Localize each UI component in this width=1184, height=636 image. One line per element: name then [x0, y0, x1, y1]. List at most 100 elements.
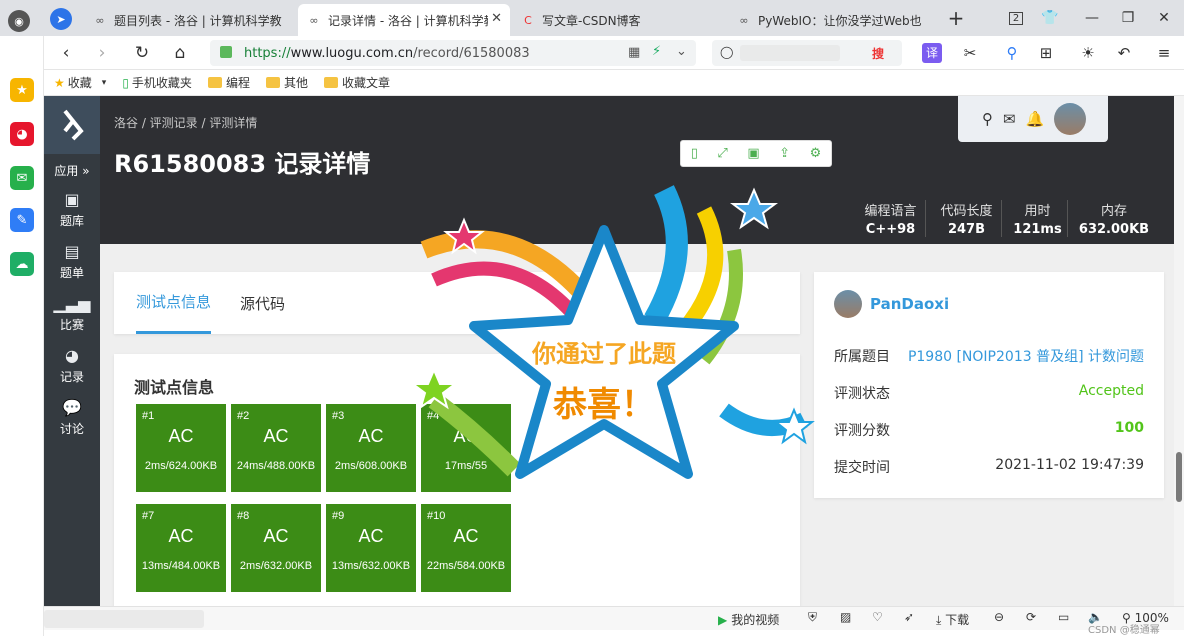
- bookmark-page-icon[interactable]: ▯: [691, 146, 698, 161]
- menu-icon[interactable]: ≡: [1152, 41, 1176, 65]
- test-case[interactable]: #10 AC 22ms/584.00KB: [421, 504, 511, 592]
- luogu-favicon-icon: ∞: [309, 13, 319, 27]
- case-id: #10: [427, 510, 446, 522]
- url-field[interactable]: https://www.luogu.com.cn/record/61580083…: [210, 40, 696, 66]
- settings-gear-icon[interactable]: ⚙: [810, 146, 822, 161]
- cloud-icon[interactable]: ☁: [10, 252, 34, 276]
- tab-problem-list[interactable]: ∞ 题目列表 - 洛谷 | 计算机科学教: [84, 4, 296, 36]
- notes-icon[interactable]: ✎: [10, 208, 34, 232]
- bookmark-folder-articles[interactable]: 收藏文章: [323, 74, 390, 91]
- mail-icon[interactable]: ✉: [10, 166, 34, 190]
- tab-source-code[interactable]: 源代码: [240, 272, 285, 334]
- stat-memory: 内存 632.00KB: [1074, 200, 1154, 237]
- test-case[interactable]: #3 AC 2ms/608.00KB: [326, 404, 416, 492]
- search-icon[interactable]: ⚲: [1000, 41, 1024, 65]
- user-avatar[interactable]: [834, 290, 862, 318]
- nav-label: 题库: [59, 214, 84, 228]
- tab-csdn[interactable]: C 写文章-CSDN博客: [512, 4, 724, 36]
- scrollbar[interactable]: [1174, 96, 1184, 606]
- bookmark-mobile[interactable]: ▯ 手机收藏夹: [122, 74, 192, 91]
- back-button[interactable]: ‹: [54, 41, 78, 65]
- nav-problems[interactable]: ▣ 题库: [44, 190, 100, 229]
- minimize-button[interactable]: —: [1080, 6, 1104, 30]
- forward-button[interactable]: ›: [90, 41, 114, 65]
- info-problem: 所属题目 P1980 [NOIP2013 普及组] 计数问题: [834, 346, 1144, 366]
- test-case[interactable]: #1 AC 2ms/624.00KB: [136, 404, 226, 492]
- nav-discuss[interactable]: 💬 讨论: [44, 398, 100, 437]
- restore-button[interactable]: ❐: [1116, 6, 1140, 30]
- case-detail: 22ms/584.00KB: [426, 560, 506, 572]
- fullscreen-icon[interactable]: ⤢: [717, 146, 727, 161]
- favorites-star-icon[interactable]: ★: [10, 78, 34, 102]
- case-status: AC: [453, 526, 479, 546]
- nav-arrow-icon[interactable]: ➤: [50, 8, 72, 30]
- search-engine-icon: ◯: [720, 45, 734, 59]
- save-icon[interactable]: ▣: [747, 146, 759, 161]
- sync-icon[interactable]: ⟳: [1026, 610, 1036, 624]
- tab-test-cases[interactable]: 测试点信息: [136, 272, 212, 334]
- user-row: PanDaoxi: [834, 290, 949, 318]
- bar-chart-icon: ▁▃▅: [53, 294, 91, 313]
- nav-contests[interactable]: ▁▃▅ 比赛: [44, 294, 100, 333]
- pie-chart-icon: ◕: [65, 346, 79, 365]
- test-case[interactable]: #9 AC 13ms/632.00KB: [326, 504, 416, 592]
- test-case[interactable]: #2 AC 24ms/488.00KB: [231, 404, 321, 492]
- luogu-logo[interactable]: [44, 96, 100, 154]
- capture-toolbar: ▯ ⤢ ▣ ⇪ ⚙: [680, 140, 832, 167]
- tab-counter-button[interactable]: 2: [1004, 6, 1028, 30]
- mail-icon[interactable]: ✉: [1003, 110, 1016, 128]
- brightness-icon[interactable]: ☀: [1076, 41, 1100, 65]
- glasses-icon[interactable]: ⊖: [994, 610, 1004, 624]
- home-button[interactable]: ⌂: [168, 41, 192, 65]
- case-status: AC: [358, 426, 384, 446]
- tab-label: 记录详情 - 洛谷 | 计算机科学教: [328, 13, 488, 28]
- translate-label: 译: [925, 46, 938, 60]
- tab-pywebio[interactable]: ∞ PyWebIO：让你没学过Web也: [728, 4, 940, 36]
- nav-records[interactable]: ◕ 记录: [44, 346, 100, 385]
- scrollbar-thumb[interactable]: [1176, 452, 1182, 502]
- bookmark-favorites[interactable]: ★ 收藏 ▾: [54, 74, 106, 91]
- share-icon[interactable]: ⇪: [779, 146, 790, 161]
- weibo-icon[interactable]: ◕: [10, 122, 34, 146]
- bell-icon[interactable]: 🔔: [1026, 110, 1045, 128]
- chevron-down-icon[interactable]: ⌄: [676, 44, 687, 59]
- image-icon[interactable]: ▨: [840, 610, 851, 624]
- nav-apps[interactable]: 应用 »: [44, 162, 100, 179]
- heartbeat-icon[interactable]: ♡: [872, 610, 883, 624]
- reload-button[interactable]: ↻: [130, 41, 154, 65]
- csdn-favicon-icon: C: [524, 13, 532, 27]
- avatar[interactable]: [1054, 103, 1087, 135]
- window-icon[interactable]: ▭: [1058, 610, 1069, 624]
- tab-record-detail[interactable]: ∞ 记录详情 - 洛谷 | 计算机科学教 ✕: [298, 4, 510, 36]
- translate-button[interactable]: 译: [922, 43, 942, 63]
- new-tab-button[interactable]: +: [944, 6, 968, 30]
- scissors-icon[interactable]: ✂: [958, 41, 982, 65]
- download-label: 下载: [945, 613, 970, 627]
- info-label: 提交时间: [834, 460, 890, 476]
- info-label: 评测状态: [834, 386, 890, 402]
- shield-icon[interactable]: ⛨: [808, 610, 817, 625]
- test-case[interactable]: #7 AC 13ms/484.00KB: [136, 504, 226, 592]
- search-icon[interactable]: ⚲: [982, 110, 993, 128]
- test-case[interactable]: #8 AC 2ms/632.00KB: [231, 504, 321, 592]
- qr-code-icon[interactable]: ▦: [628, 45, 640, 60]
- lightning-icon[interactable]: ⚡: [652, 44, 661, 59]
- case-status: AC: [263, 426, 289, 446]
- nav-problem-lists[interactable]: ▤ 题单: [44, 242, 100, 281]
- stat-label: 编程语言: [864, 204, 917, 219]
- problem-link[interactable]: P1980 [NOIP2013 普及组] 计数问题: [908, 346, 1144, 366]
- rocket-icon[interactable]: ➶: [904, 610, 914, 624]
- undo-icon[interactable]: ↶: [1112, 41, 1136, 65]
- apps-grid-icon[interactable]: ⊞: [1034, 41, 1058, 65]
- case-status: AC: [263, 526, 289, 546]
- search-field[interactable]: ◯ 搜: [712, 40, 902, 66]
- bookmark-folder-other[interactable]: 其他: [265, 74, 308, 91]
- download-button[interactable]: ⤓ 下载: [936, 611, 969, 628]
- user-name[interactable]: PanDaoxi: [870, 295, 949, 313]
- bookmark-folder-programming[interactable]: 编程: [207, 74, 250, 91]
- video-button[interactable]: ▶ 我的视频: [718, 611, 779, 628]
- close-window-button[interactable]: ✕: [1152, 6, 1176, 30]
- close-tab-icon[interactable]: ✕: [491, 11, 502, 26]
- shirt-skin-icon[interactable]: 👕: [1038, 6, 1062, 30]
- browser-logo[interactable]: ◉: [8, 10, 30, 32]
